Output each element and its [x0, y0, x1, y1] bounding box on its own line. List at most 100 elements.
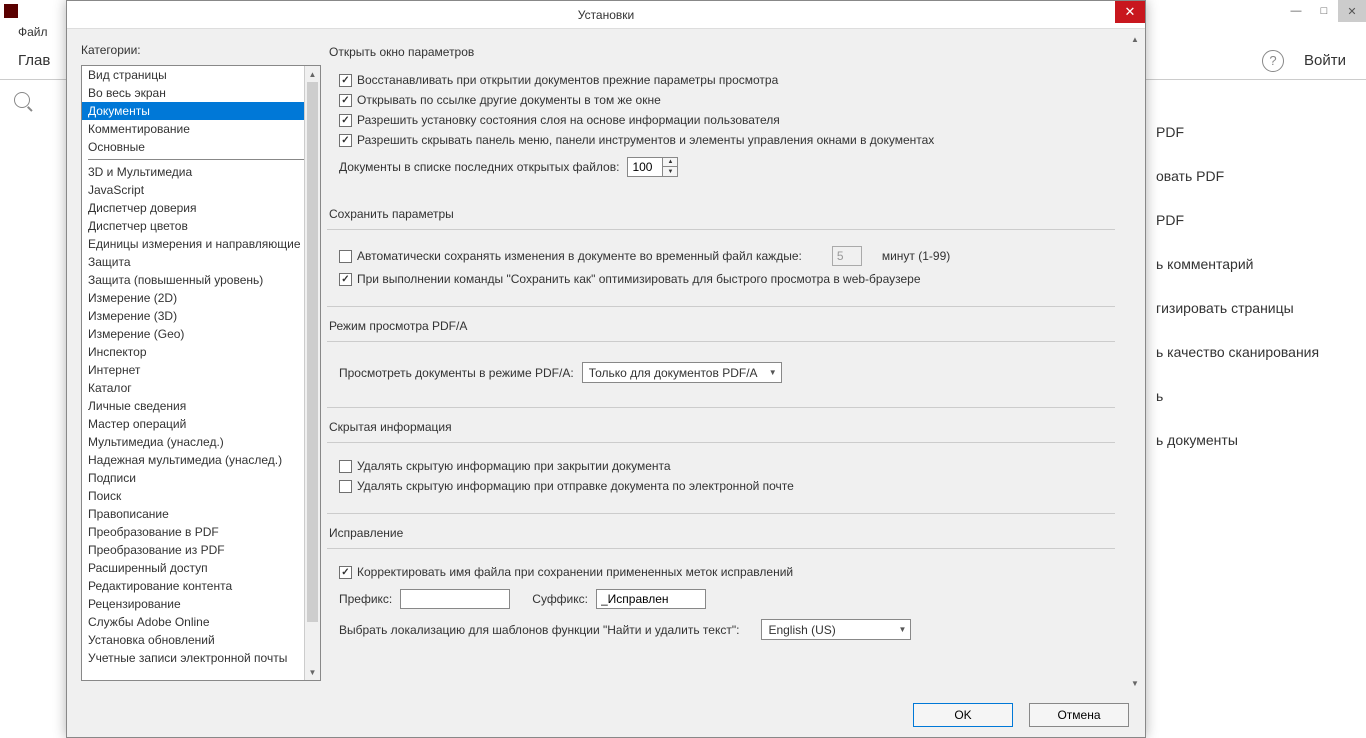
- category-item[interactable]: Мультимедиа (унаслед.): [82, 433, 320, 451]
- cancel-button[interactable]: Отмена: [1029, 703, 1129, 727]
- category-item[interactable]: Учетные записи электронной почты: [82, 649, 320, 667]
- scroll-up-icon[interactable]: ▲: [1127, 31, 1143, 47]
- spinner-up-icon[interactable]: ▲: [663, 158, 677, 167]
- checkbox-remove-hidden-email[interactable]: [339, 480, 352, 493]
- maximize-button[interactable]: □: [1310, 0, 1338, 22]
- pdfa-mode-select[interactable]: Только для документов PDF/A ▼: [582, 362, 782, 383]
- category-item[interactable]: Редактирование контента: [82, 577, 320, 595]
- menu-file[interactable]: Файл: [18, 25, 48, 39]
- dialog-titlebar: Установки ✕: [67, 1, 1145, 29]
- category-item[interactable]: Рецензирование: [82, 595, 320, 613]
- category-item[interactable]: Личные сведения: [82, 397, 320, 415]
- checkbox-label: Удалять скрытую информацию при отправке …: [357, 479, 794, 493]
- scroll-down-icon[interactable]: ▼: [305, 664, 320, 680]
- prefix-input[interactable]: [400, 589, 510, 609]
- group-title: Сохранить параметры: [327, 205, 1115, 229]
- panel-item[interactable]: PDF: [1156, 110, 1346, 154]
- category-item[interactable]: Защита: [82, 253, 320, 271]
- category-item[interactable]: Преобразование в PDF: [82, 523, 320, 541]
- category-item[interactable]: Измерение (3D): [82, 307, 320, 325]
- category-item[interactable]: Службы Adobe Online: [82, 613, 320, 631]
- category-item[interactable]: Измерение (2D): [82, 289, 320, 307]
- pdfa-mode-label: Просмотреть документы в режиме PDF/A:: [339, 366, 574, 380]
- checkbox-autosave[interactable]: [339, 250, 352, 263]
- panel-item[interactable]: ь комментарий: [1156, 242, 1346, 286]
- window-close-button[interactable]: ✕: [1338, 0, 1366, 22]
- category-item[interactable]: Установка обновлений: [82, 631, 320, 649]
- category-item[interactable]: 3D и Мультимедиа: [82, 163, 320, 181]
- group-title: Режим просмотра PDF/A: [327, 317, 1115, 341]
- category-item[interactable]: Основные: [82, 138, 320, 156]
- dialog-scrollbar[interactable]: ▲ ▼: [1127, 31, 1143, 691]
- category-item[interactable]: Инспектор: [82, 343, 320, 361]
- category-item[interactable]: Правописание: [82, 505, 320, 523]
- category-item[interactable]: Подписи: [82, 469, 320, 487]
- category-item[interactable]: Преобразование из PDF: [82, 541, 320, 559]
- login-button[interactable]: Войти: [1304, 52, 1346, 69]
- group-save: Сохранить параметры Автоматически сохран…: [327, 205, 1115, 307]
- checkbox-label: Восстанавливать при открытии документов …: [357, 73, 778, 87]
- dialog-close-button[interactable]: ✕: [1115, 1, 1145, 23]
- scroll-thumb[interactable]: [307, 82, 318, 622]
- category-item[interactable]: Расширенный доступ: [82, 559, 320, 577]
- category-item[interactable]: Измерение (Geo): [82, 325, 320, 343]
- minimize-button[interactable]: —: [1282, 0, 1310, 22]
- checkbox-label: Открывать по ссылке другие документы в т…: [357, 93, 661, 107]
- category-item[interactable]: Мастер операций: [82, 415, 320, 433]
- help-icon[interactable]: ?: [1262, 50, 1284, 72]
- chevron-down-icon: ▼: [899, 625, 907, 634]
- group-open: Открыть окно параметров Восстанавливать …: [327, 43, 1115, 195]
- panel-item[interactable]: PDF: [1156, 198, 1346, 242]
- bg-right-panel: PDF овать PDF PDF ь комментарий гизирова…: [1136, 80, 1366, 492]
- locale-label: Выбрать локализацию для шаблонов функции…: [339, 623, 739, 637]
- checkbox-remove-hidden-close[interactable]: [339, 460, 352, 473]
- category-item[interactable]: Интернет: [82, 361, 320, 379]
- category-item[interactable]: Комментирование: [82, 120, 320, 138]
- settings-main: Открыть окно параметров Восстанавливать …: [327, 43, 1131, 681]
- checkbox-adjust-filename[interactable]: [339, 566, 352, 579]
- bg-header-right: ? Войти: [1262, 50, 1366, 72]
- category-item[interactable]: Надежная мультимедиа (унаслед.): [82, 451, 320, 469]
- group-title: Скрытая информация: [327, 418, 1115, 442]
- checkbox-allow-layer-state[interactable]: [339, 114, 352, 127]
- category-item[interactable]: Диспетчер цветов: [82, 217, 320, 235]
- categories-scrollbar[interactable]: ▲ ▼: [304, 66, 320, 680]
- search-icon[interactable]: [14, 92, 30, 108]
- category-item[interactable]: Поиск: [82, 487, 320, 505]
- dialog-title: Установки: [578, 8, 634, 22]
- recent-docs-label: Документы в списке последних открытых фа…: [339, 160, 619, 174]
- recent-docs-input[interactable]: [627, 157, 663, 177]
- category-item[interactable]: Каталог: [82, 379, 320, 397]
- locale-select[interactable]: English (US) ▼: [761, 619, 911, 640]
- checkbox-restore-view[interactable]: [339, 74, 352, 87]
- checkbox-optimize-web[interactable]: [339, 273, 352, 286]
- checkbox-label: Корректировать имя файла при сохранении …: [357, 565, 793, 579]
- app-logo-icon: [4, 4, 18, 18]
- panel-item[interactable]: овать PDF: [1156, 154, 1346, 198]
- tab-home[interactable]: Глав: [18, 52, 50, 69]
- category-item[interactable]: Единицы измерения и направляющие: [82, 235, 320, 253]
- suffix-input[interactable]: [596, 589, 706, 609]
- dialog-footer: OK Отмена: [67, 695, 1145, 737]
- group-pdfa: Режим просмотра PDF/A Просмотреть докуме…: [327, 317, 1115, 408]
- spinner-down-icon[interactable]: ▼: [663, 167, 677, 176]
- ok-button[interactable]: OK: [913, 703, 1013, 727]
- recent-docs-spinner[interactable]: ▲▼: [627, 157, 678, 177]
- categories-list[interactable]: Вид страницыВо весь экранДокументыКоммен…: [81, 65, 321, 681]
- panel-item[interactable]: ь качество сканирования: [1156, 330, 1346, 374]
- category-item[interactable]: Вид страницы: [82, 66, 320, 84]
- panel-item[interactable]: ь: [1156, 374, 1346, 418]
- group-title: Исправление: [327, 524, 1115, 548]
- panel-item[interactable]: гизировать страницы: [1156, 286, 1346, 330]
- category-item[interactable]: Во весь экран: [82, 84, 320, 102]
- category-item[interactable]: Документы: [82, 102, 320, 120]
- scroll-up-icon[interactable]: ▲: [305, 66, 320, 82]
- panel-item[interactable]: ь документы: [1156, 418, 1346, 462]
- checkbox-allow-hide-menu[interactable]: [339, 134, 352, 147]
- categories-separator: [88, 159, 314, 160]
- category-item[interactable]: Диспетчер доверия: [82, 199, 320, 217]
- checkbox-open-same-window[interactable]: [339, 94, 352, 107]
- category-item[interactable]: Защита (повышенный уровень): [82, 271, 320, 289]
- scroll-down-icon[interactable]: ▼: [1127, 675, 1143, 691]
- category-item[interactable]: JavaScript: [82, 181, 320, 199]
